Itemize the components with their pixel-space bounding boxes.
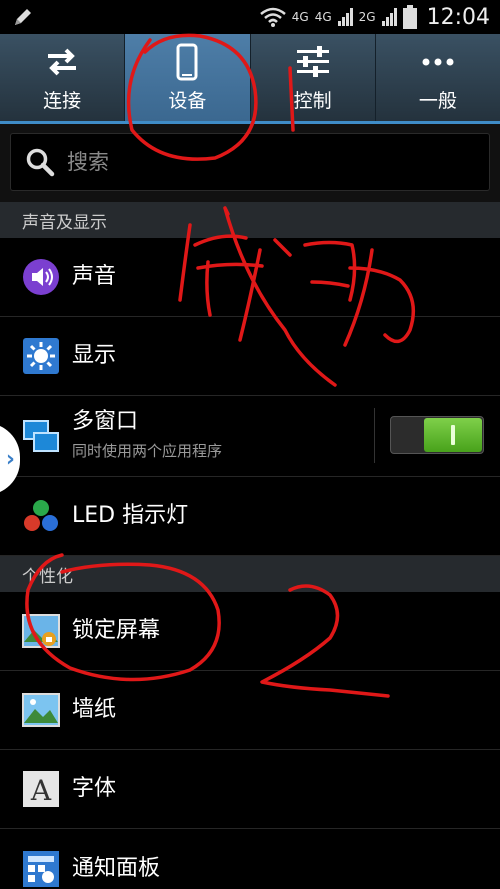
settings-item-font[interactable]: A 字体 bbox=[0, 750, 500, 829]
tab-general[interactable]: 一般 bbox=[376, 34, 500, 121]
signal-bars-icon bbox=[381, 8, 397, 26]
settings-item-title: LED 指示灯 bbox=[72, 503, 189, 528]
settings-item-subtitle: 同时使用两个应用程序 bbox=[72, 442, 223, 460]
brightness-gear-icon bbox=[23, 338, 59, 374]
search-input[interactable] bbox=[67, 150, 447, 174]
tab-label: 设备 bbox=[168, 90, 207, 112]
settings-item-lockscreen[interactable]: 锁定屏幕 bbox=[0, 592, 500, 671]
led-dots-icon bbox=[24, 500, 58, 531]
settings-item-title: 通知面板 bbox=[72, 855, 161, 881]
tab-connections[interactable]: 连接 bbox=[0, 34, 126, 121]
tab-label: 连接 bbox=[43, 90, 82, 112]
search-area bbox=[0, 124, 500, 202]
network-type-label: 4G bbox=[291, 10, 309, 24]
signal-bars-icon bbox=[337, 8, 353, 26]
settings-item-title: 字体 bbox=[72, 776, 117, 801]
phone-device-icon bbox=[176, 43, 198, 81]
settings-item-title: 锁定屏幕 bbox=[72, 618, 161, 643]
font-a-icon: A bbox=[23, 771, 59, 807]
search-icon bbox=[26, 148, 55, 177]
tab-label: 一般 bbox=[418, 90, 457, 112]
tab-device[interactable]: 设备 bbox=[125, 34, 251, 121]
svg-text:A: A bbox=[30, 774, 52, 807]
multi-window-icon bbox=[23, 420, 59, 452]
section-header-sound-display: 声音及显示 bbox=[0, 202, 500, 238]
settings-item-display[interactable]: 显示 bbox=[0, 317, 500, 396]
settings-item-sound[interactable]: 声音 bbox=[0, 238, 500, 317]
wifi-icon bbox=[259, 7, 286, 27]
settings-item-title: 显示 bbox=[72, 343, 117, 368]
divider bbox=[374, 408, 375, 463]
multiwindow-toggle[interactable] bbox=[390, 416, 484, 454]
toggle-knob bbox=[424, 418, 482, 452]
settings-item-wallpaper[interactable]: 墙纸 bbox=[0, 671, 500, 750]
settings-item-multiwindow[interactable]: 多窗口 同时使用两个应用程序 bbox=[0, 396, 500, 477]
tab-controls[interactable]: 控制 bbox=[251, 34, 376, 121]
edit-pencil-icon bbox=[15, 9, 31, 25]
tab-label: 控制 bbox=[293, 90, 332, 112]
swap-arrows-icon bbox=[48, 48, 77, 76]
settings-tab-bar: 连接 设备 控制 一般 bbox=[0, 34, 500, 124]
notification-panel-icon bbox=[23, 850, 59, 887]
search-box[interactable] bbox=[10, 133, 490, 191]
chevron-right-icon: › bbox=[5, 446, 15, 472]
settings-item-title: 声音 bbox=[72, 264, 117, 289]
sliders-icon bbox=[296, 46, 329, 77]
lock-screen-icon bbox=[22, 614, 60, 648]
wallpaper-icon bbox=[22, 693, 60, 727]
status-bar: 4G 4G 2G 12:04 bbox=[0, 0, 500, 34]
more-dots-icon bbox=[422, 58, 454, 66]
section-header-personalization: 个性化 bbox=[0, 556, 500, 592]
settings-item-title: 墙纸 bbox=[72, 697, 117, 722]
settings-item-title: 多窗口 bbox=[72, 409, 139, 434]
speaker-icon bbox=[23, 259, 59, 295]
network-type-label: 2G bbox=[358, 10, 376, 24]
settings-item-notification-panel[interactable]: 通知面板 bbox=[0, 829, 500, 889]
network-type-label: 4G bbox=[314, 10, 332, 24]
settings-item-led[interactable]: LED 指示灯 bbox=[0, 477, 500, 556]
clock: 12:04 bbox=[426, 4, 490, 30]
battery-icon bbox=[402, 5, 417, 29]
